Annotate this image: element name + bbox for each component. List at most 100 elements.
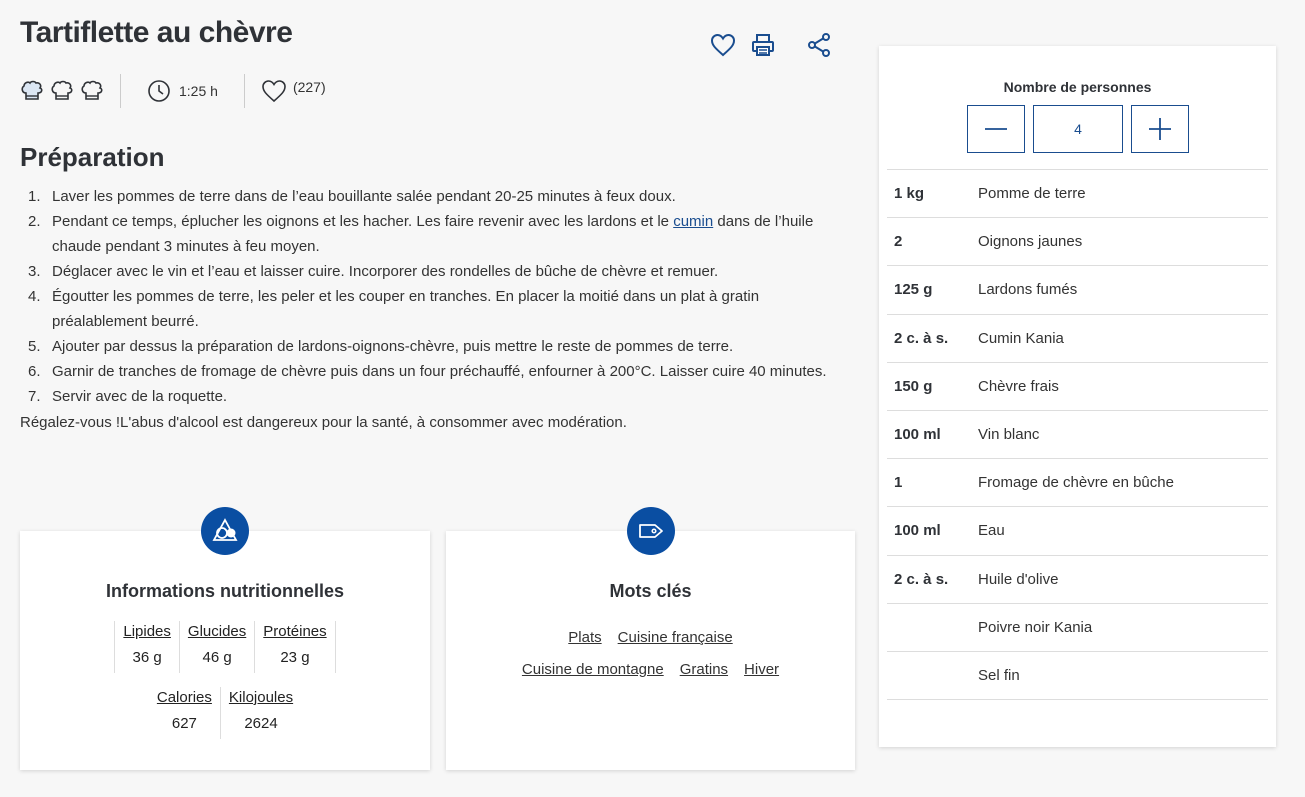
plus-icon — [1149, 118, 1171, 140]
decrease-servings-button[interactable] — [967, 105, 1025, 153]
nutrition-label[interactable]: Lipides — [123, 621, 171, 643]
minus-icon — [985, 128, 1007, 130]
print-button[interactable] — [748, 30, 778, 60]
nutrition-row-energy: Calories 627 Kilojoules 2624 — [20, 687, 430, 739]
nutrition-glucides: Glucides 46 g — [178, 621, 254, 673]
ingredient-qty: 2 c. à s. — [894, 570, 949, 588]
ingredient-name: Eau — [978, 522, 1005, 540]
ingredient-qty: 2 c. à s. — [894, 329, 949, 347]
keyword-link[interactable]: Hiver — [744, 661, 779, 678]
ingredient-row: 2 c. à s. Cumin Kania — [887, 315, 1268, 363]
recipe-title: Tartiflette au chèvre — [20, 16, 293, 49]
nutrition-shapes-icon — [212, 518, 238, 541]
keywords-row: Cuisine de montagne Gratins Hiver — [446, 661, 855, 678]
nutrition-value: 46 g — [202, 649, 232, 666]
step-item: 1. Laver les pommes de terre dans de l’ea… — [20, 184, 840, 209]
step-item: 7. Servir avec de la roquette. — [20, 384, 840, 409]
step-text: Laver les pommes de terre dans de l’eau … — [52, 188, 676, 205]
step-text: Servir avec de la roquette. — [52, 388, 228, 405]
preparation-title: Préparation — [20, 142, 165, 172]
nutrition-proteines: Protéines 23 g — [254, 621, 336, 673]
keywords-title: Mots clés — [609, 581, 692, 601]
ingredient-qty: 125 g — [894, 281, 933, 299]
nutrition-row-macros: Lipides 36 g Glucides 46 g Protéines 23 … — [20, 621, 430, 673]
clock-icon — [148, 80, 170, 102]
nutrition-label[interactable]: Kilojoules — [229, 687, 293, 709]
nutrition-card: Informations nutritionnelles Lipides 36 … — [20, 507, 430, 770]
nutrition-value: 627 — [171, 715, 197, 732]
favorite-button[interactable] — [708, 30, 738, 60]
nutrition-value: 23 g — [280, 649, 310, 666]
ingredient-qty: 1 — [894, 474, 903, 492]
ingredient-qty: 100 ml — [894, 426, 941, 444]
servings-stepper: 4 — [967, 105, 1189, 153]
ingredient-name: Pomme de terre — [978, 185, 1086, 203]
ingredient-name: Huile d'olive — [978, 570, 1059, 588]
ingredient-name: Sel fin — [978, 666, 1020, 684]
ingredient-row: 100 ml Eau — [887, 507, 1268, 556]
step-number: 2. — [28, 213, 41, 230]
ingredient-row: 2 c. à s. Huile d'olive — [887, 556, 1268, 604]
ingredient-qty: 2 — [894, 233, 903, 251]
share-button[interactable] — [804, 30, 834, 60]
step-text: Égoutter les pommes de terre, les peler … — [52, 288, 760, 330]
nutrition-value: 36 g — [132, 649, 162, 666]
ingredient-name: Fromage de chèvre en bûche — [978, 474, 1174, 492]
tag-icon — [638, 524, 663, 538]
step-item: 5. Ajouter par dessus la préparation de l… — [20, 334, 840, 359]
recipe-meta: 1:25 h (227) — [20, 74, 326, 108]
keywords-badge — [626, 507, 675, 555]
ingredient-name: Oignons jaunes — [978, 233, 1083, 251]
printer-icon — [752, 34, 774, 56]
keywords-card: Mots clés Plats Cuisine française Cuisin… — [446, 507, 855, 770]
nutrition-badge — [201, 507, 249, 555]
ingredient-list: 1 kg Pomme de terre 2 Oignons jaunes 125 g… — [887, 169, 1268, 701]
preparation-steps: 1. Laver les pommes de terre dans de l’ea… — [20, 184, 840, 409]
step-number: 4. — [28, 288, 41, 305]
ingredient-qty: 150 g — [894, 377, 933, 395]
share-icon — [808, 33, 830, 57]
ingredients-panel: Nombre de personnes 4 1 kg Pomme de terre… — [879, 46, 1276, 747]
step-item: 2. Pendant ce temps, éplucher les oignons… — [20, 209, 840, 259]
servings-count[interactable]: 4 — [1033, 105, 1123, 153]
ingredient-row: 1 Fromage de chèvre en bûche — [887, 459, 1268, 508]
nutrition-label[interactable]: Protéines — [263, 621, 326, 643]
prep-time: 1:25 h — [121, 74, 245, 108]
increase-servings-button[interactable] — [1131, 105, 1189, 153]
keyword-link[interactable]: Cuisine de montagne — [522, 661, 664, 678]
keyword-link[interactable]: Plats — [568, 629, 601, 646]
prep-time-value: 1:25 h — [179, 83, 218, 99]
step-number: 6. — [28, 363, 41, 380]
heart-icon — [262, 80, 286, 103]
keyword-link[interactable]: Cuisine française — [618, 629, 733, 646]
nutrition-label[interactable]: Glucides — [188, 621, 246, 643]
alcohol-note: Régalez-vous !L'abus d'alcool est danger… — [20, 414, 627, 431]
step-item: 4. Égoutter les pommes de terre, les pele… — [20, 284, 840, 334]
ingredient-row: 100 ml Vin blanc — [887, 411, 1268, 460]
keyword-link[interactable]: Gratins — [680, 661, 728, 678]
nutrition-value: 2624 — [244, 715, 278, 732]
step-text: Déglacer avec le vin et l’eau et laisser… — [52, 263, 719, 280]
step-number: 3. — [28, 263, 41, 280]
like-count-value: (227) — [292, 79, 326, 95]
nutrition-label[interactable]: Calories — [157, 687, 212, 709]
ingredient-name: Vin blanc — [978, 426, 1040, 444]
ingredient-name: Lardons fumés — [978, 281, 1078, 299]
chef-hat-icon — [21, 80, 43, 100]
ingredient-name: Chèvre frais — [978, 377, 1059, 395]
ingredient-qty: 1 kg — [894, 185, 925, 203]
step-item: 6. Garnir de tranches de fromage de chèvr… — [20, 359, 840, 384]
cumin-link[interactable]: cumin — [673, 213, 713, 230]
servings-label: Nombre de personnes — [1003, 79, 1152, 95]
keywords-row: Plats Cuisine française — [446, 629, 855, 646]
chef-hat-icon — [81, 80, 103, 100]
ingredient-qty: 100 ml — [894, 522, 941, 540]
step-number: 5. — [28, 338, 41, 355]
step-number: 7. — [28, 388, 41, 405]
nutrition-kilojoules: Kilojoules 2624 — [219, 687, 301, 739]
like-count[interactable]: (227) — [245, 74, 326, 108]
ingredient-name: Cumin Kania — [978, 329, 1064, 347]
ingredient-row: 2 Oignons jaunes — [887, 218, 1268, 267]
nutrition-calories: Calories 627 — [149, 687, 220, 739]
ingredient-row: 125 g Lardons fumés — [887, 266, 1268, 315]
